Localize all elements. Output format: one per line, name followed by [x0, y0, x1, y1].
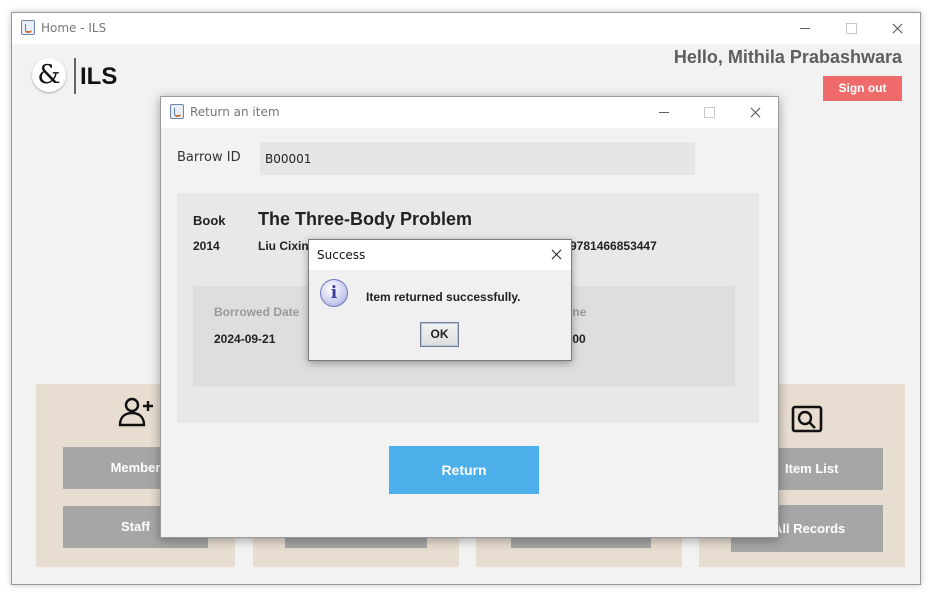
borrowed-date-value: 2024-09-21	[214, 332, 276, 346]
main-window-title: Home - ILS	[41, 21, 107, 35]
minimize-icon[interactable]	[649, 102, 679, 122]
logo-divider	[74, 58, 76, 94]
return-button[interactable]: Return	[389, 446, 539, 494]
book-title: The Three-Body Problem	[258, 209, 473, 229]
greeting-text: Hello, Mithila Prabashwara	[673, 47, 902, 67]
book-author: Liu Cixin	[258, 239, 309, 253]
close-icon[interactable]	[882, 18, 912, 38]
java-app-icon	[170, 104, 184, 119]
return-dialog-titlebar[interactable]: Return an item	[161, 97, 778, 128]
success-titlebar[interactable]: Success	[309, 240, 571, 270]
close-icon[interactable]	[740, 102, 770, 122]
success-message: Item returned successfully.	[366, 290, 521, 304]
return-dialog-title: Return an item	[190, 105, 280, 119]
search-window-icon	[791, 405, 823, 433]
barrow-id-label: Barrow ID	[177, 150, 241, 165]
close-icon[interactable]	[545, 245, 567, 265]
borrowed-date-label: Borrowed Date	[214, 305, 300, 319]
logo-text: ILS	[80, 63, 118, 90]
book-year: 2014	[193, 239, 220, 253]
sign-out-button[interactable]: Sign out	[823, 76, 902, 101]
book-isbn: 9781466853447	[570, 239, 657, 253]
minimize-icon[interactable]	[790, 18, 820, 38]
maximize-icon[interactable]	[694, 102, 724, 122]
ok-button[interactable]: OK	[420, 322, 459, 347]
info-icon: i	[320, 279, 348, 307]
barrow-id-input[interactable]	[260, 142, 695, 175]
logo-icon: &	[32, 58, 66, 92]
maximize-icon[interactable]	[836, 18, 866, 38]
java-app-icon	[21, 20, 35, 35]
success-dialog-title: Success	[317, 248, 366, 262]
main-titlebar[interactable]: Home - ILS	[12, 13, 920, 44]
book-label: Book	[193, 213, 226, 228]
success-dialog: Success i Item returned successfully. OK	[308, 239, 572, 361]
add-person-icon	[118, 397, 153, 427]
